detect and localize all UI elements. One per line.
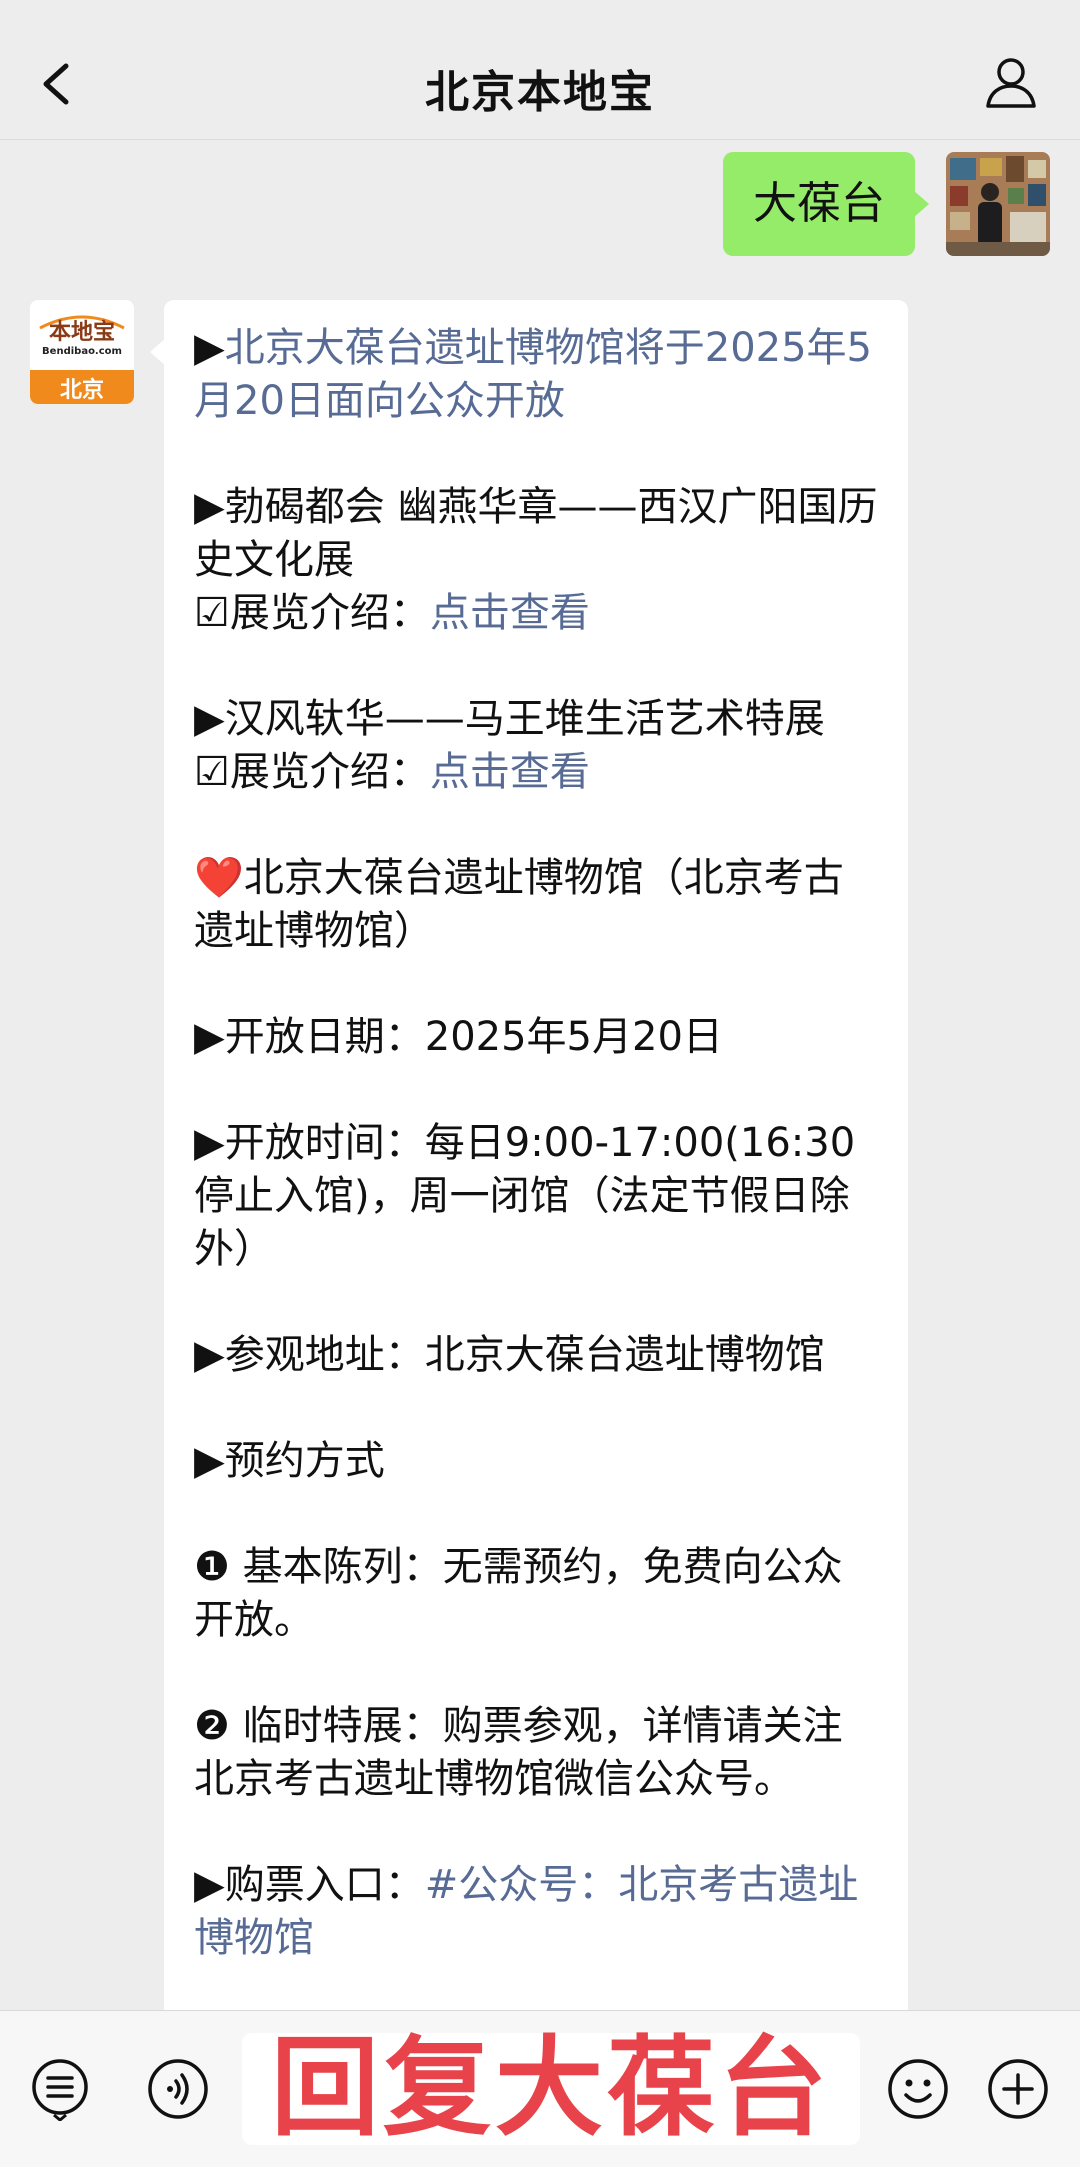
chat-input-toolbar: 回复大葆台: [0, 2010, 1080, 2167]
opening-hours: ▶开放时间：每日9:00-17:00(16:30停止入馆)，周一闭馆（法定节假日…: [194, 1120, 856, 1272]
exhibition-intro-link[interactable]: 点击查看: [430, 749, 590, 795]
logo-city: 北京: [59, 378, 104, 403]
incoming-message-bubble: ▶北京大葆台遗址博物馆将于2025年5月20日面向公众开放 ▶勃碣都会 幽燕华章…: [150, 300, 908, 2020]
message-input-text: 回复大葆台: [270, 2026, 831, 2151]
ticket-entry-label: ▶购票入口：: [194, 1862, 425, 1908]
message-paragraph: ▶勃碣都会 幽燕华章——西汉广阳国历史文化展 ☑展览介绍：点击查看: [194, 481, 878, 640]
exhibition-intro-label: ☑展览介绍：: [194, 749, 430, 795]
profile-button[interactable]: [982, 54, 1040, 112]
plus-icon: [988, 2059, 1048, 2119]
booking-basic-exhibition: ❶ 基本陈列：无需预约，免费向公众开放。: [194, 1544, 843, 1643]
exhibition-intro-link[interactable]: 点击查看: [430, 590, 590, 636]
exhibition-title: ▶汉风轪华——马王堆生活艺术特展: [194, 696, 825, 742]
exhibition-title: ▶勃碣都会 幽燕华章——西汉广阳国历史文化展: [194, 484, 878, 583]
menu-list-icon: [32, 2059, 88, 2122]
voice-icon: [148, 2059, 208, 2119]
museum-name: 北京大葆台遗址博物馆（北京考古遗址博物馆）: [194, 855, 844, 954]
outgoing-message-bubble[interactable]: 大葆台: [723, 152, 929, 256]
exhibition-intro-label: ☑展览介绍：: [194, 590, 430, 636]
heart-icon: ❤️: [194, 855, 244, 901]
logo-text: 本地宝: [48, 319, 115, 345]
voice-button[interactable]: [146, 2057, 210, 2121]
message-paragraph: ❤️北京大葆台遗址博物馆（北京考古遗址博物馆）: [194, 852, 878, 958]
message-paragraph: ▶北京大葆台遗址博物馆将于2025年5月20日面向公众开放: [194, 322, 878, 428]
chat-header: 北京本地宝: [0, 0, 1080, 140]
user-avatar[interactable]: [946, 152, 1050, 256]
person-icon: [986, 58, 1036, 108]
ticket-entry: ▶购票入口：#公众号：北京考古遗址博物馆: [194, 1859, 878, 1965]
booking-temporary-exhibition: ❷ 临时特展：购票参观，详情请关注北京考古遗址博物馆微信公众号。: [194, 1703, 843, 1802]
logo-domain: Bendibao.com: [42, 346, 122, 357]
visit-address: ▶参观地址：北京大葆台遗址博物馆: [194, 1332, 825, 1378]
message-input[interactable]: 回复大葆台: [242, 2033, 860, 2145]
emoji-icon: [888, 2059, 948, 2119]
museum-opening-link[interactable]: 北京大葆台遗址博物馆将于2025年5月20日面向公众开放: [194, 325, 872, 424]
more-button[interactable]: [986, 2057, 1050, 2121]
sender-avatar[interactable]: 本地宝 Bendibao.com 北京: [30, 300, 134, 404]
emoji-button[interactable]: [886, 2057, 950, 2121]
user-avatar-image: [946, 152, 1050, 256]
booking-method-heading: ▶预约方式: [194, 1438, 385, 1484]
arrow-marker: ▶: [194, 325, 225, 371]
chat-title: 北京本地宝: [425, 67, 655, 118]
menu-button[interactable]: [28, 2057, 92, 2122]
outgoing-message-text: 大葆台: [753, 178, 885, 229]
opening-date: ▶开放日期：2025年5月20日: [194, 1014, 723, 1060]
message-paragraph: ▶汉风轪华——马王堆生活艺术特展 ☑展览介绍：点击查看: [194, 693, 878, 799]
